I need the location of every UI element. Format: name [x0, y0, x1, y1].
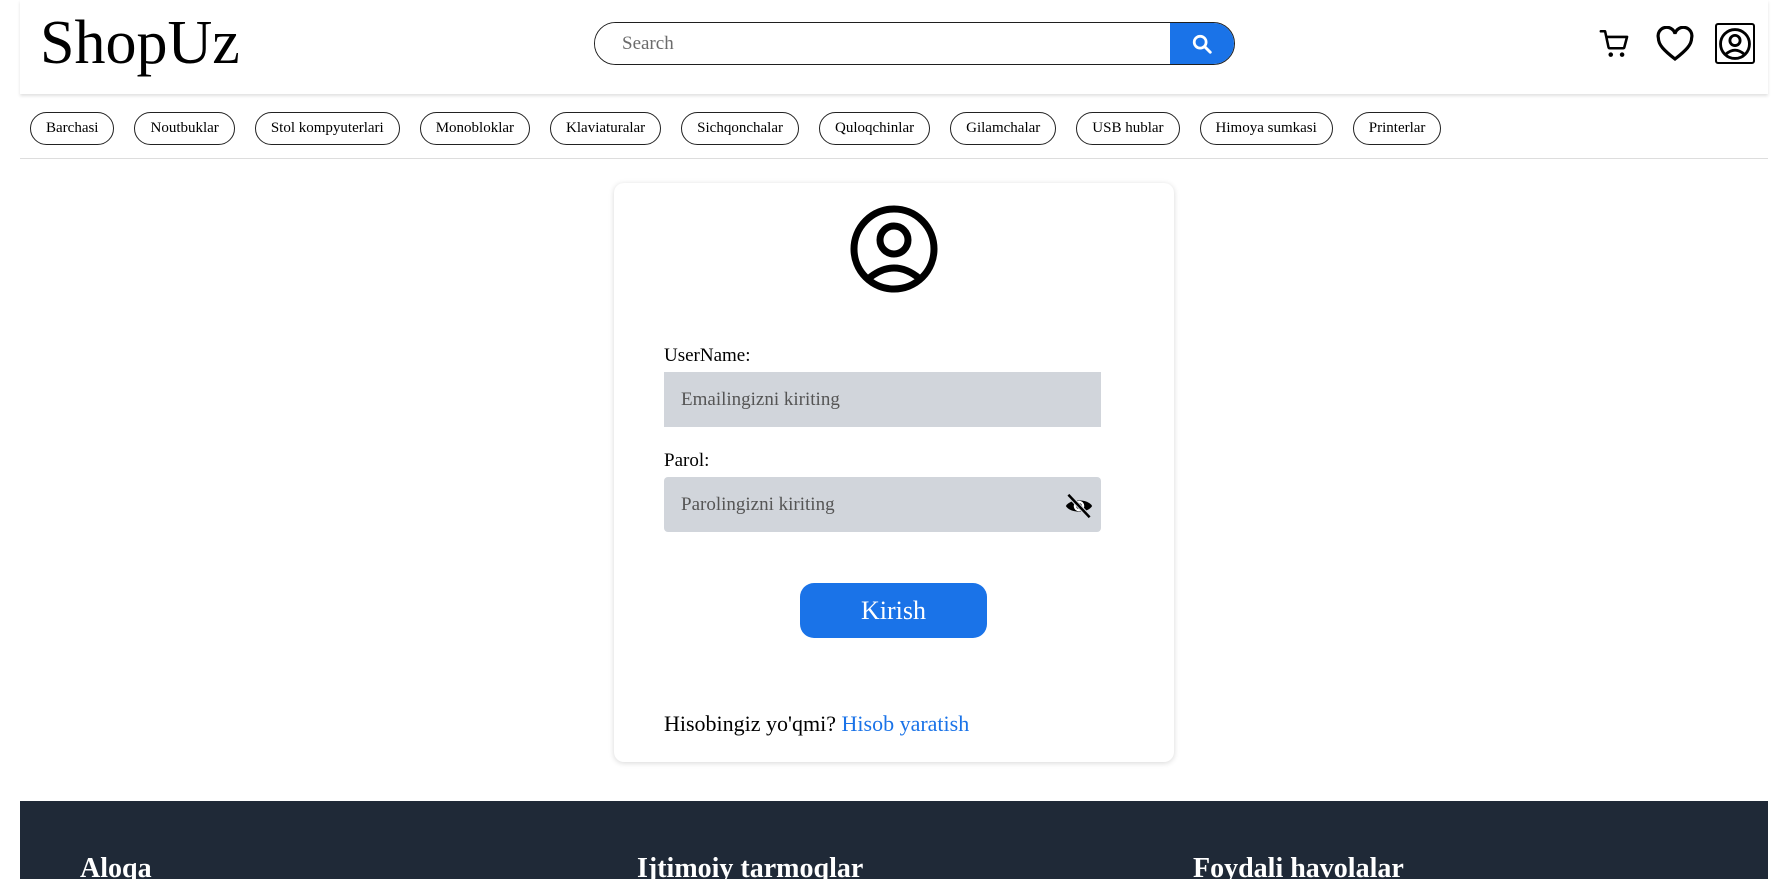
footer-heading-contact: Aloqa: [80, 853, 152, 879]
footer-heading-social: Ijtimoiy tarmoqlar: [637, 853, 864, 879]
page: ShopUz Search Barchasi Noutbuklar Stol k…: [20, 0, 1768, 879]
username-input[interactable]: [664, 372, 1101, 427]
category-himoya-sumkasi[interactable]: Himoya sumkasi: [1199, 111, 1333, 145]
site-logo[interactable]: ShopUz: [40, 6, 240, 80]
username-label: UserName:: [664, 345, 751, 366]
search-bar: [594, 22, 1235, 65]
login-button[interactable]: Kirish: [800, 583, 987, 638]
account-button[interactable]: [1715, 23, 1755, 64]
category-usb-hublar[interactable]: USB hublar: [1076, 111, 1180, 145]
user-avatar-icon: [850, 205, 938, 293]
cart-button[interactable]: [1595, 24, 1635, 64]
no-account-text: Hisobingiz yo'qmi?: [664, 711, 837, 736]
search-icon: [1192, 34, 1212, 54]
user-icon: [1719, 27, 1751, 60]
category-klaviaturalar[interactable]: Klaviaturalar: [550, 111, 662, 145]
footer-heading-links: Foydali havolalar: [1193, 853, 1404, 879]
search-button[interactable]: [1170, 23, 1234, 64]
signup-link[interactable]: Hisob yaratish: [842, 711, 970, 736]
header-actions: [1595, 23, 1755, 64]
category-printerlar[interactable]: Printerlar: [1352, 111, 1442, 145]
eye-slash-icon[interactable]: [1064, 491, 1094, 521]
heart-icon: [1656, 25, 1694, 61]
category-stol-kompyuterlari[interactable]: Stol kompyuterlari: [254, 111, 400, 145]
search-input[interactable]: [595, 23, 1170, 64]
site-header: ShopUz: [20, 0, 1768, 94]
site-footer: Aloqa Ijtimoiy tarmoqlar Foydali havolal…: [20, 801, 1768, 879]
cart-icon: [1599, 29, 1629, 57]
password-label: Parol:: [664, 450, 710, 471]
category-barchasi[interactable]: Barchasi: [30, 111, 115, 145]
category-sichqonchalar[interactable]: Sichqonchalar: [681, 111, 799, 145]
password-input[interactable]: [664, 477, 1101, 532]
category-quloqchinlar[interactable]: Quloqchinlar: [818, 111, 931, 145]
login-card: UserName: Parol: Kirish Hisobingiz yo'qm…: [614, 183, 1174, 762]
signup-prompt: Hisobingiz yo'qmi? Hisob yaratish: [664, 711, 969, 737]
wishlist-button[interactable]: [1655, 24, 1695, 64]
category-monobloklar[interactable]: Monobloklar: [419, 111, 531, 145]
category-nav: Barchasi Noutbuklar Stol kompyuterlari M…: [20, 98, 1768, 159]
category-gilamchalar[interactable]: Gilamchalar: [950, 111, 1057, 145]
category-noutbuklar[interactable]: Noutbuklar: [134, 111, 235, 145]
